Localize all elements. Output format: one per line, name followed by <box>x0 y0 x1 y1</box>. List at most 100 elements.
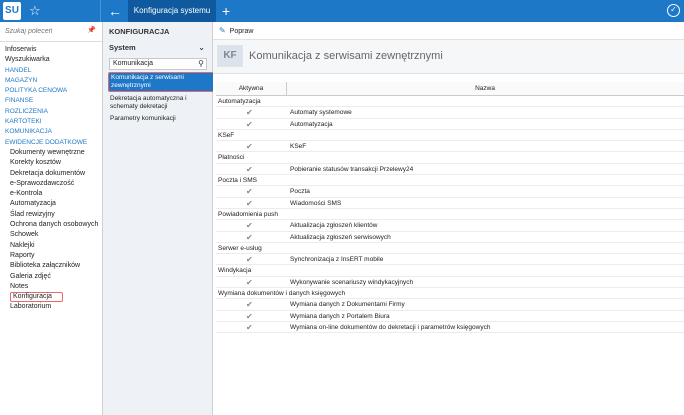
nav-search-input[interactable] <box>0 22 90 40</box>
content-area: ✎ Popraw KF Komunikacja z serwisami zewn… <box>213 22 684 415</box>
star-icon[interactable]: ☆ <box>29 3 41 19</box>
table-row[interactable]: ✔ Automatyzacja <box>216 119 684 130</box>
nav-item-handel[interactable]: HANDEL <box>0 66 102 76</box>
table-row[interactable]: ✔ Poczta <box>216 186 684 198</box>
checkmark-icon[interactable]: ✔ <box>246 198 253 209</box>
nav-item-schowek[interactable]: Schowek <box>0 230 102 240</box>
table-row[interactable]: ✔ Wymiana danych z Portalem Biura <box>216 311 684 322</box>
check-circle-icon[interactable]: ✓ <box>667 4 680 17</box>
nav-item-magazyn[interactable]: MAGAZYN <box>0 76 102 86</box>
group-row-powiadomienia-push[interactable]: Powiadomienia push <box>216 209 684 221</box>
nav-item-dekretacja-dokumentow[interactable]: Dekretacja dokumentów <box>0 169 102 179</box>
nav-item-slad-rewizyjny[interactable]: Ślad rewizyjny <box>0 210 102 220</box>
service-name: Wymiana danych z Dokumentami Firmy <box>290 301 405 309</box>
nav-item-raporty[interactable]: Raporty <box>0 251 102 261</box>
nav-item-label: HANDEL <box>5 66 32 74</box>
edit-button[interactable]: ✎ Popraw <box>219 25 253 38</box>
nav-item-ewidencje-dodatkowe[interactable]: EWIDENCJE DODATKOWE <box>0 138 102 148</box>
service-name: Automaty systemowe <box>290 109 352 117</box>
table-row[interactable]: ✔ Aktualizacja zgłoszeń serwisowych <box>216 232 684 243</box>
table-row[interactable]: ✔ Wykonywanie scenariuszy windykacyjnych <box>216 277 684 289</box>
nav-item-polityka-cenowa[interactable]: POLITYKA CENOWA <box>0 86 102 96</box>
checkmark-icon[interactable]: ✔ <box>246 164 253 175</box>
services-table: Aktywna Nazwa Automatyzacja ✔ Automaty sys… <box>216 82 684 334</box>
nav-item-finanse[interactable]: FINANSE <box>0 96 102 106</box>
checkmark-icon[interactable]: ✔ <box>246 186 253 197</box>
nav-item-rozliczenia[interactable]: ROZLICZENIA <box>0 107 102 117</box>
nav-item-label: Raporty <box>10 251 35 259</box>
table-row[interactable]: ✔ Automaty systemowe <box>216 107 684 119</box>
nav-item-biblioteka-zalacznikow[interactable]: Biblioteka załączników <box>0 261 102 271</box>
nav-item-komunikacja[interactable]: KOMUNIKACJA <box>0 127 102 137</box>
nav-item-label: e-Kontrola <box>10 190 43 198</box>
nav-item-label: Automatyzacja <box>10 200 56 208</box>
checkmark-icon[interactable]: ✔ <box>246 119 253 130</box>
nav-item-label: Dekretacja dokumentów <box>10 169 86 177</box>
checkmark-icon[interactable]: ✔ <box>246 277 253 288</box>
service-name: Aktualizacja zgłoszeń klientów <box>290 222 378 230</box>
group-row-platnosci[interactable]: Płatności <box>216 152 684 164</box>
nav-item-notes[interactable]: Notes <box>0 282 102 292</box>
nav-item-label: Laboratorium <box>10 303 52 311</box>
config-list: Komunikacja z serwisami zewnętrznymi Dekr… <box>108 72 215 126</box>
config-item-komunikacja-z-serwisami-zewnetrznymi[interactable]: Komunikacja z serwisami zewnętrznymi <box>108 72 215 92</box>
service-name: Wykonywanie scenariuszy windykacyjnych <box>290 278 414 286</box>
nav-item-e-sprawozdawczosc[interactable]: e-Sprawozdawczość <box>0 179 102 189</box>
service-name: Wymiana on-line dokumentów do dekretacji… <box>290 323 491 331</box>
checkmark-icon[interactable]: ✔ <box>246 311 253 322</box>
back-arrow-icon[interactable]: ← <box>108 1 122 21</box>
system-dropdown-label: System <box>109 43 136 52</box>
checkmark-icon[interactable]: ✔ <box>246 141 253 152</box>
nav-item-label: Notes <box>10 282 29 290</box>
group-row-wymiana-dokumentow-i-danych-ksiegowych[interactable]: Wymiana dokumentów i danych księgowych <box>216 288 684 300</box>
group-row-windykacja[interactable]: Windykacja <box>216 265 684 277</box>
group-row-automatyzacja[interactable]: Automatyzacja <box>216 96 684 108</box>
table-row[interactable]: ✔ Wiadomości SMS <box>216 198 684 209</box>
config-item-dekretacja-automatyczna-i-schematy-dekretacji[interactable]: Dekretacja automatyczna i schematy dekre… <box>108 94 212 112</box>
table-body: Automatyzacja ✔ Automaty systemowe ✔ Automat… <box>216 96 684 334</box>
checkmark-icon[interactable]: ✔ <box>246 322 253 333</box>
search-icon[interactable]: ⚲ <box>198 59 204 69</box>
group-row-serwer-e-uslug[interactable]: Serwer e-usług <box>216 243 684 255</box>
config-panel: KONFIGURACJA System ⌄ Komunikacja ⚲ Komu… <box>103 22 215 415</box>
system-dropdown[interactable]: System ⌄ <box>109 42 207 54</box>
nav-item-automatyzacja[interactable]: Automatyzacja <box>0 199 102 209</box>
nav-item-konfiguracja[interactable]: Konfiguracja <box>0 292 102 303</box>
nav-item-kartoteki[interactable]: KARTOTEKI <box>0 117 102 127</box>
table-row[interactable]: ✔ KSeF <box>216 141 684 153</box>
nav-item-e-kontrola[interactable]: e-Kontrola <box>0 189 102 199</box>
group-row-poczta-i-sms[interactable]: Poczta i SMS <box>216 175 684 187</box>
nav-item-dokumenty-wewnetrzne[interactable]: Dokumenty wewnętrzne <box>0 148 102 158</box>
service-name: Aktualizacja zgłoszeń serwisowych <box>290 233 391 241</box>
config-search-input[interactable]: Komunikacja ⚲ <box>109 58 207 70</box>
checkmark-icon[interactable]: ✔ <box>246 299 253 310</box>
group-row-ksef[interactable]: KSeF <box>216 130 684 142</box>
checkmark-icon[interactable]: ✔ <box>246 254 253 265</box>
table-row[interactable]: ✔ Wymiana danych z Dokumentami Firmy <box>216 299 684 311</box>
table-row[interactable]: ✔ Pobieranie statusów transakcji Przelewy… <box>216 164 684 176</box>
column-header-active[interactable]: Aktywna <box>216 82 286 96</box>
pin-icon[interactable]: 📌 <box>87 26 96 34</box>
table-row[interactable]: ✔ Aktualizacja zgłoszeń klientów <box>216 220 684 232</box>
checkmark-icon[interactable]: ✔ <box>246 107 253 118</box>
nav-item-laboratorium[interactable]: Laboratorium <box>0 302 102 312</box>
nav-item-naklejki[interactable]: Naklejki <box>0 241 102 251</box>
config-item-parametry-komunikacji[interactable]: Parametry komunikacji <box>108 114 212 124</box>
table-row[interactable]: ✔ Wymiana on-line dokumentów do dekretacj… <box>216 322 684 334</box>
column-header-name[interactable]: Nazwa <box>286 82 684 96</box>
new-tab-plus-icon[interactable]: + <box>222 0 230 22</box>
nav-item-infoserwis[interactable]: Infoserwis <box>0 45 102 55</box>
nav-item-ochrona-danych-osobowych[interactable]: Ochrona danych osobowych <box>0 220 102 230</box>
checkmark-icon[interactable]: ✔ <box>246 220 253 231</box>
nav-item-galeria-zdjec[interactable]: Galeria zdjęć <box>0 272 102 282</box>
checkmark-icon[interactable]: ✔ <box>246 232 253 243</box>
page-header: KF Komunikacja z serwisami zewnętrznymi <box>213 40 684 74</box>
nav-item-label: Galeria zdjęć <box>10 272 51 280</box>
pencil-icon: ✎ <box>219 26 226 35</box>
nav-item-label: Biblioteka załączników <box>10 262 81 270</box>
nav-item-wyszukiwarka[interactable]: Wyszukiwarka <box>0 55 102 65</box>
tab-konfiguracja-systemu[interactable]: Konfiguracja systemu <box>128 0 216 22</box>
table-row[interactable]: ✔ Synchronizacja z InsERT mobile <box>216 254 684 266</box>
nav-item-label: Wyszukiwarka <box>5 56 50 64</box>
nav-item-korekty-kosztow[interactable]: Korekty kosztów <box>0 158 102 168</box>
